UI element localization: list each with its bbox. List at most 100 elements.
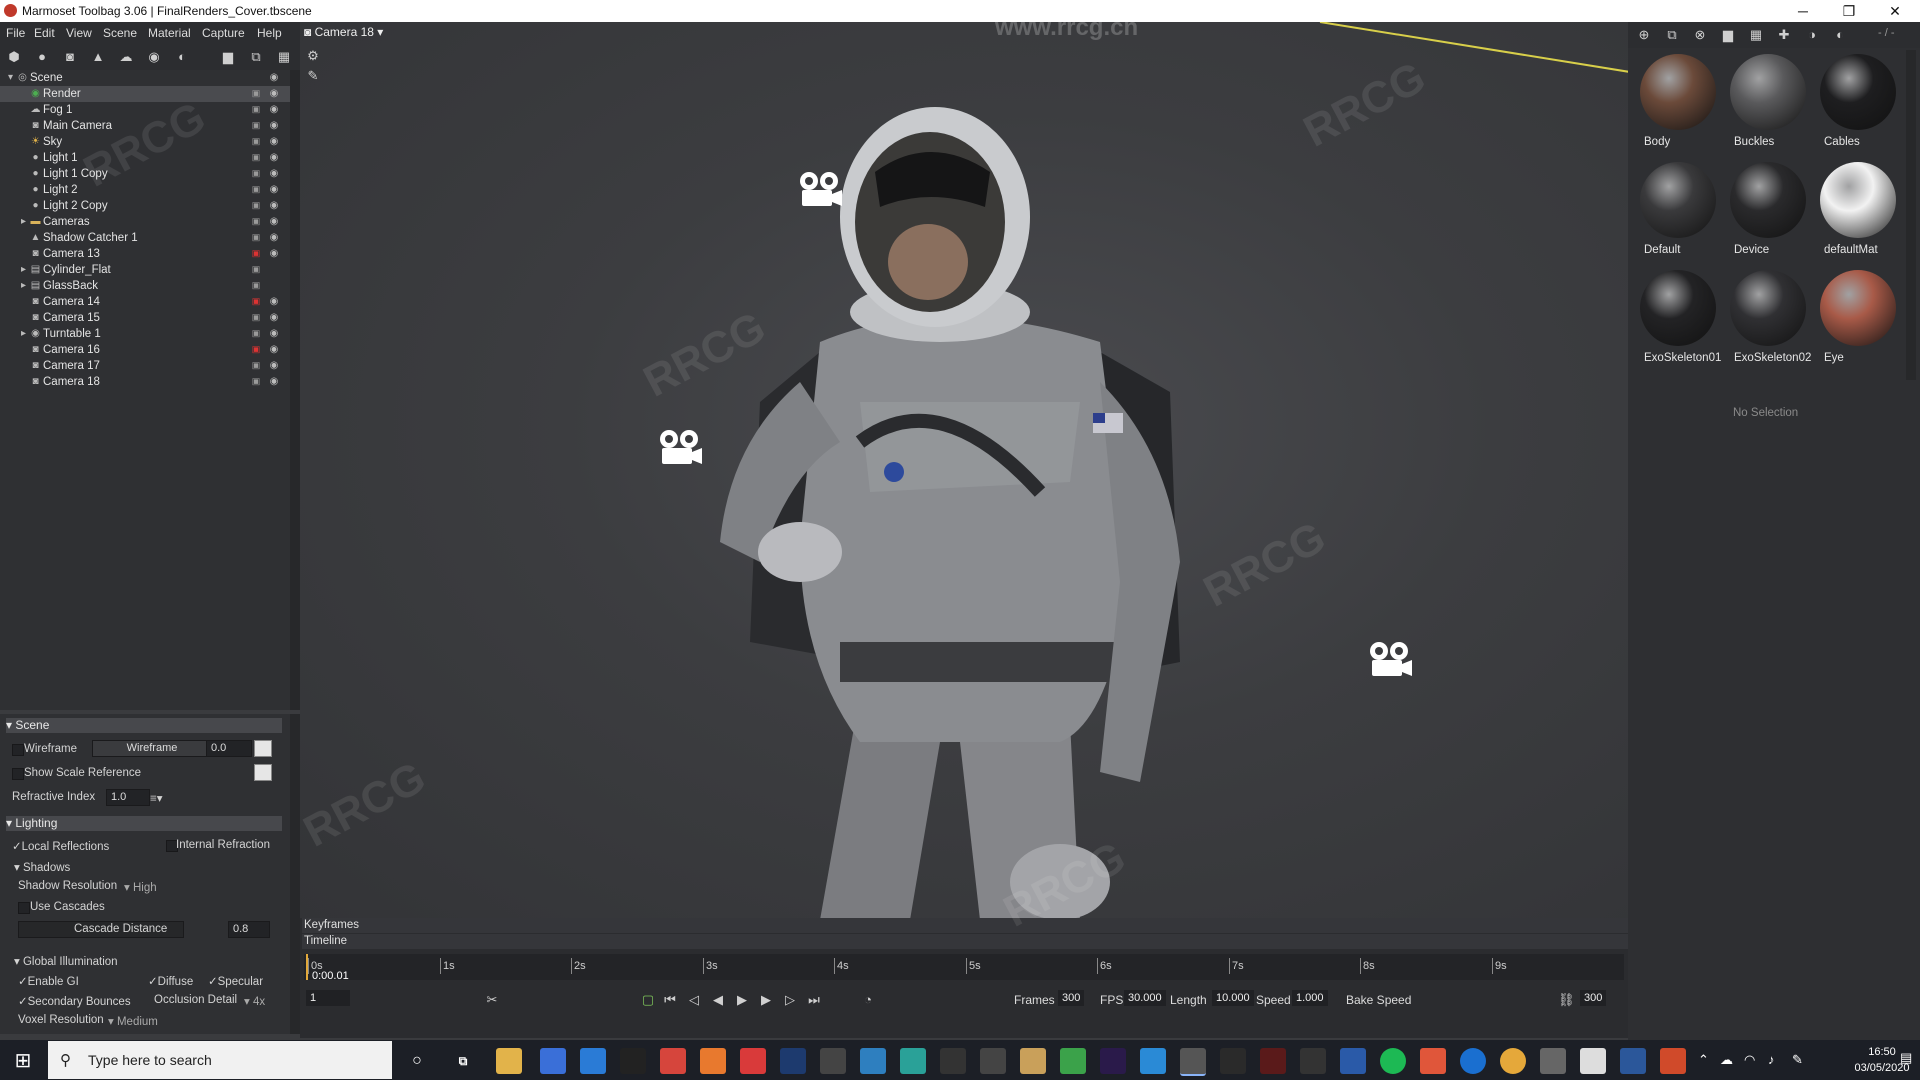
- windows-start-icon[interactable]: ⊞: [10, 1048, 36, 1074]
- timeline-bar[interactable]: Timeline: [302, 934, 1628, 949]
- shadow-resolution-dropdown[interactable]: ▾ High: [124, 880, 157, 894]
- visibility-icon[interactable]: ◉: [268, 136, 280, 147]
- lock-icon[interactable]: ▣: [251, 88, 261, 99]
- add-mesh-icon[interactable]: ⬢: [6, 49, 22, 65]
- app-icon[interactable]: [860, 1048, 886, 1074]
- visibility-icon[interactable]: ◉: [268, 120, 280, 131]
- keyframes-bar[interactable]: Keyframes: [302, 918, 1628, 933]
- menu-scene[interactable]: Scene: [103, 26, 137, 40]
- app-icon[interactable]: [1140, 1048, 1166, 1074]
- duplicate-material-icon[interactable]: ⧉: [1664, 27, 1680, 43]
- timeline-settings-icon[interactable]: ◔: [860, 992, 876, 1008]
- material-scrollbar[interactable]: [1906, 50, 1916, 380]
- taskbar-search-input[interactable]: ⚲ Type here to search: [48, 1041, 392, 1079]
- specular-checkbox[interactable]: ✓Specular: [208, 974, 263, 988]
- outliner-item-turntable-1[interactable]: ▸ ◉ Turntable 1 ▣ ◉: [0, 326, 290, 342]
- edge-icon[interactable]: [1460, 1048, 1486, 1074]
- visibility-icon[interactable]: ◉: [268, 344, 280, 355]
- material-tile[interactable]: defaultMat: [1814, 160, 1902, 266]
- delete-icon[interactable]: ▦: [276, 49, 292, 65]
- lock-icon[interactable]: ▣: [251, 136, 261, 147]
- material-tile[interactable]: Body: [1634, 52, 1722, 158]
- lock-icon[interactable]: ▣: [251, 152, 261, 163]
- step-back-icon[interactable]: ◀: [710, 992, 726, 1008]
- delete-material-icon[interactable]: ▦: [1748, 27, 1764, 43]
- lock-icon[interactable]: ▣: [251, 168, 261, 179]
- mail-icon[interactable]: [580, 1048, 606, 1074]
- store-icon[interactable]: [540, 1048, 566, 1074]
- restore-button[interactable]: ❐: [1826, 0, 1872, 22]
- material-tile[interactable]: Default: [1634, 160, 1722, 266]
- onedrive-icon[interactable]: ☁: [1720, 1052, 1733, 1068]
- step-forward-icon[interactable]: ▶: [758, 992, 774, 1008]
- camera-gizmo-icon[interactable]: [658, 428, 704, 468]
- visibility-icon[interactable]: ◉: [268, 328, 280, 339]
- voxel-resolution-dropdown[interactable]: ▾ Medium: [108, 1014, 158, 1028]
- outliner-item-light-2-copy[interactable]: ● Light 2 Copy ▣ ◉: [0, 198, 290, 214]
- visibility-icon[interactable]: ◉: [268, 232, 280, 243]
- app-icon[interactable]: [1220, 1048, 1246, 1074]
- bake-speed-button[interactable]: Bake Speed: [1346, 993, 1411, 1007]
- lock-icon[interactable]: ▣: [251, 216, 261, 227]
- visibility-icon[interactable]: ◉: [268, 360, 280, 371]
- refractive-index-value[interactable]: 1.0: [106, 789, 150, 806]
- material-tile[interactable]: Device: [1724, 160, 1812, 266]
- add-turntable-icon[interactable]: ◉: [146, 49, 162, 65]
- keyframe-tool-icon[interactable]: ✂: [484, 992, 500, 1008]
- local-reflections-checkbox[interactable]: ✓Local Reflections: [12, 839, 109, 853]
- length-field[interactable]: 10.000: [1212, 990, 1254, 1006]
- minimize-button[interactable]: ─: [1780, 0, 1826, 22]
- shadows-subsection[interactable]: ▾ Shadows: [14, 860, 70, 874]
- visibility-icon[interactable]: ◉: [268, 104, 280, 115]
- next-key-icon[interactable]: ▷: [782, 992, 798, 1008]
- camera-gizmo-icon[interactable]: [798, 170, 844, 210]
- expand-icon[interactable]: ▸: [18, 280, 29, 291]
- outliner-item-camera-18[interactable]: ◙ Camera 18 ▣ ◉: [0, 374, 290, 390]
- pen-icon[interactable]: ✎: [1792, 1052, 1803, 1068]
- skip-end-icon[interactable]: ⏭: [806, 992, 822, 1008]
- expand-icon[interactable]: ▸: [18, 216, 29, 227]
- 3d-viewport[interactable]: www.rrcg.cn: [300, 22, 1628, 920]
- material-tile[interactable]: Buckles: [1724, 52, 1812, 158]
- lock-icon[interactable]: ▣: [251, 360, 261, 371]
- cortana-icon[interactable]: ○: [404, 1048, 430, 1074]
- outliner-item-shadow-catcher-1[interactable]: ▲ Shadow Catcher 1 ▣ ◉: [0, 230, 290, 246]
- app-icon[interactable]: [740, 1048, 766, 1074]
- camera-selector-dropdown[interactable]: ◙ Camera 18 ▾: [304, 25, 383, 43]
- network-icon[interactable]: ◠: [1744, 1052, 1755, 1068]
- close-button[interactable]: ✕: [1872, 0, 1918, 22]
- spotify-icon[interactable]: [1380, 1048, 1406, 1074]
- add-fog-icon[interactable]: ☁: [118, 49, 134, 65]
- visibility-icon[interactable]: ◉: [268, 168, 280, 179]
- lock-icon[interactable]: ▣: [251, 312, 261, 323]
- app-icon[interactable]: [820, 1048, 846, 1074]
- lock-icon[interactable]: ▣: [251, 248, 261, 259]
- lock-icon[interactable]: ▣: [251, 120, 261, 131]
- material-pick-icon[interactable]: ✚: [1776, 27, 1792, 43]
- visibility-icon[interactable]: ◉: [268, 248, 280, 259]
- tray-chevron-icon[interactable]: ⌃: [1698, 1052, 1709, 1068]
- current-frame-field[interactable]: 1: [306, 990, 350, 1006]
- menu-capture[interactable]: Capture: [202, 26, 245, 40]
- wireframe-checkbox[interactable]: [12, 744, 24, 756]
- unreal-icon[interactable]: [980, 1048, 1006, 1074]
- app-icon[interactable]: [1020, 1048, 1046, 1074]
- app-icon[interactable]: [900, 1048, 926, 1074]
- material-tile[interactable]: ExoSkeleton02: [1724, 268, 1812, 374]
- camera-gizmo-icon[interactable]: [1368, 640, 1414, 680]
- app-icon[interactable]: [620, 1048, 646, 1074]
- menu-help[interactable]: Help: [257, 26, 282, 40]
- visibility-icon[interactable]: ◉: [268, 184, 280, 195]
- frames-field[interactable]: 300: [1058, 990, 1085, 1006]
- outliner-scrollbar[interactable]: [290, 70, 300, 710]
- viewport-settings-icon[interactable]: ⚙: [305, 48, 321, 64]
- app-icon[interactable]: [1580, 1048, 1606, 1074]
- add-camera-icon[interactable]: ◙: [62, 49, 78, 65]
- app-icon[interactable]: [1540, 1048, 1566, 1074]
- fps-field[interactable]: 30.000: [1124, 990, 1166, 1006]
- app-icon[interactable]: [1420, 1048, 1446, 1074]
- photoshop-icon[interactable]: [780, 1048, 806, 1074]
- expand-icon[interactable]: ▸: [18, 264, 29, 275]
- chrome-icon[interactable]: [1500, 1048, 1526, 1074]
- app-icon[interactable]: [660, 1048, 686, 1074]
